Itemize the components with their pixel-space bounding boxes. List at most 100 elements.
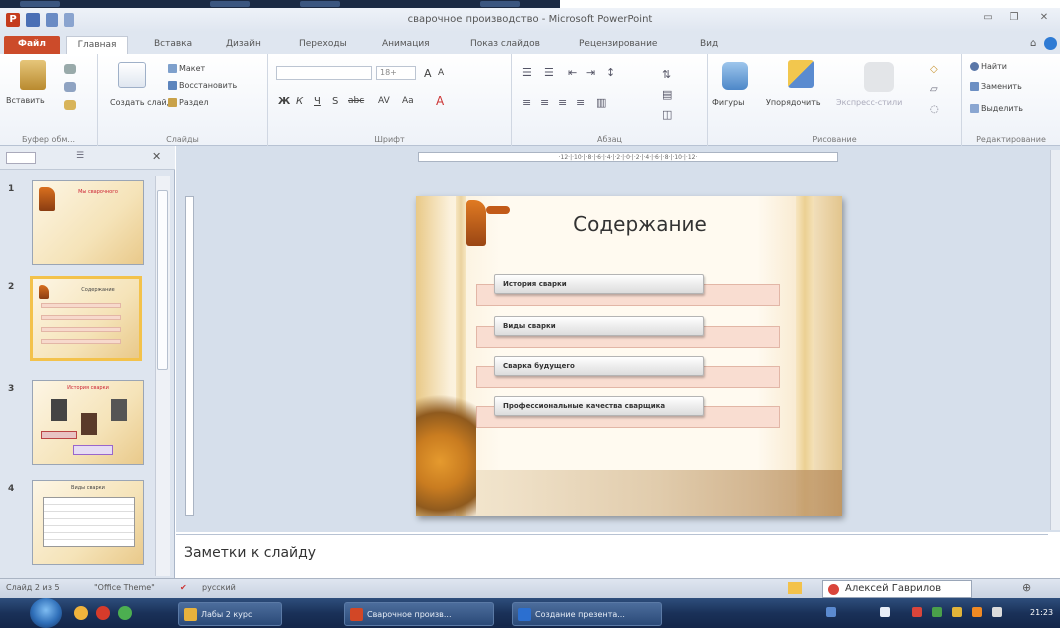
change-case-icon[interactable]: Aa <box>402 96 414 106</box>
tab-view[interactable]: Вид <box>696 36 722 54</box>
cut-icon[interactable] <box>64 64 76 74</box>
justify-icon[interactable]: ≡ <box>576 96 585 109</box>
collapse-ribbon-icon[interactable]: ⌂ <box>1030 38 1036 49</box>
tab-file[interactable]: Файл <box>4 36 60 54</box>
close-icon[interactable]: ✕ <box>1034 12 1054 26</box>
align-center-icon[interactable]: ≡ <box>540 96 549 109</box>
strikethrough-icon[interactable]: abc <box>348 96 364 106</box>
grow-font-icon[interactable]: A <box>424 67 432 80</box>
minimize-icon[interactable]: ▭ <box>978 12 998 26</box>
arrange-icon[interactable] <box>788 60 814 88</box>
tray-volume-icon[interactable] <box>992 607 1002 617</box>
font-size-select[interactable]: 18+ <box>376 66 416 80</box>
new-slide-button[interactable]: Создать слайд <box>110 98 172 107</box>
media-icon[interactable] <box>118 606 132 620</box>
clock[interactable]: 21:23 <box>1030 608 1053 617</box>
tab-slideshow[interactable]: Показ слайдов <box>466 36 544 54</box>
notes-placeholder[interactable]: Заметки к слайду <box>184 545 316 561</box>
reset-button[interactable]: Восстановить <box>168 81 237 90</box>
tray-network-icon[interactable] <box>880 607 890 617</box>
numbering-icon[interactable]: ☰ <box>544 66 554 79</box>
quick-styles-button[interactable]: Экспресс-стили <box>836 98 902 107</box>
shape-outline-icon[interactable]: ▱ <box>930 84 938 95</box>
save-icon[interactable] <box>26 13 40 27</box>
outline-tab-icon[interactable]: ☰ <box>76 151 84 161</box>
shapes-icon[interactable] <box>722 62 748 90</box>
align-right-icon[interactable]: ≡ <box>558 96 567 109</box>
powerpoint-logo-icon[interactable]: P <box>6 13 20 27</box>
language[interactable]: русский <box>202 583 236 592</box>
section-button[interactable]: Раздел <box>168 98 209 107</box>
decrease-indent-icon[interactable]: ⇤ <box>568 66 577 79</box>
opera-icon[interactable] <box>96 606 110 620</box>
spacing-icon[interactable]: AV <box>378 96 390 106</box>
tray-signal-icon[interactable] <box>932 607 942 617</box>
canvas-scrollbar[interactable] <box>1050 150 1060 530</box>
redo-icon[interactable] <box>64 13 74 27</box>
tray-update-icon[interactable] <box>972 607 982 617</box>
tab-design[interactable]: Дизайн <box>222 36 265 54</box>
slide-thumbnail-3[interactable]: История сварки <box>32 380 144 465</box>
shadow-icon[interactable]: S <box>332 96 338 107</box>
copy-icon[interactable] <box>64 82 76 92</box>
paste-icon[interactable] <box>20 60 46 90</box>
slides-tab-icon[interactable] <box>6 152 36 164</box>
bullets-icon[interactable]: ☰ <box>522 66 532 79</box>
user-popup[interactable]: Алексей Гаврилов <box>822 580 972 598</box>
content-button-1[interactable]: История сварки <box>494 274 704 294</box>
smartart-icon[interactable]: ◫ <box>662 108 672 121</box>
theme-name[interactable]: "Office Theme" <box>94 583 155 592</box>
tab-review[interactable]: Рецензирование <box>575 36 661 54</box>
panel-close-icon[interactable]: ✕ <box>152 150 161 163</box>
task-powerpoint[interactable]: Сварочное произв... <box>344 602 494 626</box>
content-button-4[interactable]: Профессиональные качества сварщика <box>494 396 704 416</box>
bold-icon[interactable]: Ж <box>278 96 290 107</box>
text-direction-icon[interactable]: ⇅ <box>662 68 671 81</box>
slide-title[interactable]: Содержание <box>520 212 760 236</box>
line-spacing-icon[interactable]: ↕ <box>606 66 615 79</box>
scrollbar-thumb[interactable] <box>157 190 168 370</box>
increase-indent-icon[interactable]: ⇥ <box>586 66 595 79</box>
shapes-button[interactable]: Фигуры <box>712 98 744 107</box>
font-color-icon[interactable]: A <box>436 94 444 108</box>
tray-battery-icon[interactable] <box>952 607 962 617</box>
content-button-3[interactable]: Сварка будущего <box>494 356 704 376</box>
tab-transitions[interactable]: Переходы <box>295 36 351 54</box>
help-icon[interactable] <box>1044 37 1057 50</box>
replace-button[interactable]: Заменить <box>970 82 1022 91</box>
slide-thumbnail-4[interactable]: Виды сварки <box>32 480 144 565</box>
content-button-2[interactable]: Виды сварки <box>494 316 704 336</box>
task-word[interactable]: Создание презента... <box>512 602 662 626</box>
font-name-select[interactable] <box>276 66 372 80</box>
zoom-in-icon[interactable]: ⊕ <box>1022 581 1031 594</box>
new-slide-icon[interactable] <box>118 62 146 88</box>
shape-effects-icon[interactable]: ◌ <box>930 104 939 115</box>
slide-thumbnail-2[interactable]: Содержание <box>30 276 142 361</box>
explorer-icon[interactable] <box>74 606 88 620</box>
align-text-icon[interactable]: ▤ <box>662 88 672 101</box>
maximize-icon[interactable]: ❐ <box>1004 12 1024 26</box>
undo-icon[interactable] <box>46 13 58 27</box>
start-button-icon[interactable] <box>30 598 62 628</box>
underline-icon[interactable]: Ч <box>314 96 321 107</box>
tab-home[interactable]: Главная <box>66 36 128 54</box>
slide-thumbnail-1[interactable]: Мы сварочного <box>32 180 144 265</box>
format-painter-icon[interactable] <box>64 100 76 110</box>
tray-keyboard-icon[interactable] <box>826 607 836 617</box>
tray-antivirus-icon[interactable] <box>912 607 922 617</box>
italic-icon[interactable]: К <box>296 96 303 107</box>
arrange-button[interactable]: Упорядочить <box>766 98 821 107</box>
normal-view-icon[interactable] <box>788 582 802 594</box>
spellcheck-icon[interactable]: ✔ <box>180 583 187 592</box>
align-left-icon[interactable]: ≡ <box>522 96 531 109</box>
quick-styles-icon[interactable] <box>864 62 894 92</box>
shrink-font-icon[interactable]: A <box>438 68 444 78</box>
tab-insert[interactable]: Вставка <box>150 36 196 54</box>
layout-button[interactable]: Макет <box>168 64 205 73</box>
paste-button[interactable]: Вставить <box>6 96 45 105</box>
find-button[interactable]: Найти <box>970 62 1007 71</box>
shape-fill-icon[interactable]: ◇ <box>930 64 938 75</box>
select-button[interactable]: Выделить <box>970 104 1023 113</box>
columns-icon[interactable]: ▥ <box>596 96 606 109</box>
task-folder[interactable]: Лабы 2 курс <box>178 602 282 626</box>
